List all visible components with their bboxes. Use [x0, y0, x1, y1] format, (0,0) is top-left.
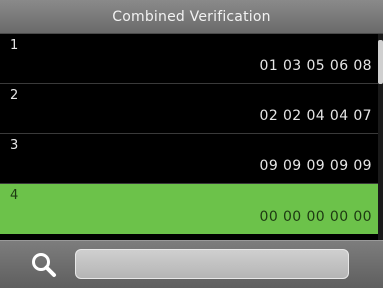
item-index: 4: [10, 188, 19, 203]
item-code: 02 02 04 04 07: [259, 108, 372, 124]
search-bar: [0, 240, 383, 288]
screen: Combined Verification 1 01 03 05 06 08 2…: [0, 0, 383, 288]
item-code: 00 00 00 00 00: [259, 209, 372, 225]
page-title: Combined Verification: [112, 8, 271, 25]
search-icon[interactable]: [30, 251, 58, 279]
list-item[interactable]: 1 01 03 05 06 08: [0, 34, 378, 84]
item-code: 01 03 05 06 08: [259, 58, 372, 74]
title-bar: Combined Verification: [0, 0, 383, 34]
item-index: 2: [10, 88, 19, 103]
scrollbar-thumb[interactable]: [378, 40, 383, 84]
scrollbar[interactable]: [378, 34, 383, 240]
list-item-selected[interactable]: 4 00 00 00 00 00: [0, 184, 378, 234]
verification-list[interactable]: 1 01 03 05 06 08 2 02 02 04 04 07 3 09 0…: [0, 34, 378, 240]
list-item[interactable]: 2 02 02 04 04 07: [0, 84, 378, 134]
search-input[interactable]: [75, 249, 349, 279]
item-code: 09 09 09 09 09: [259, 158, 372, 174]
item-index: 1: [10, 38, 19, 53]
list-item[interactable]: 3 09 09 09 09 09: [0, 134, 378, 184]
item-index: 3: [10, 138, 19, 153]
